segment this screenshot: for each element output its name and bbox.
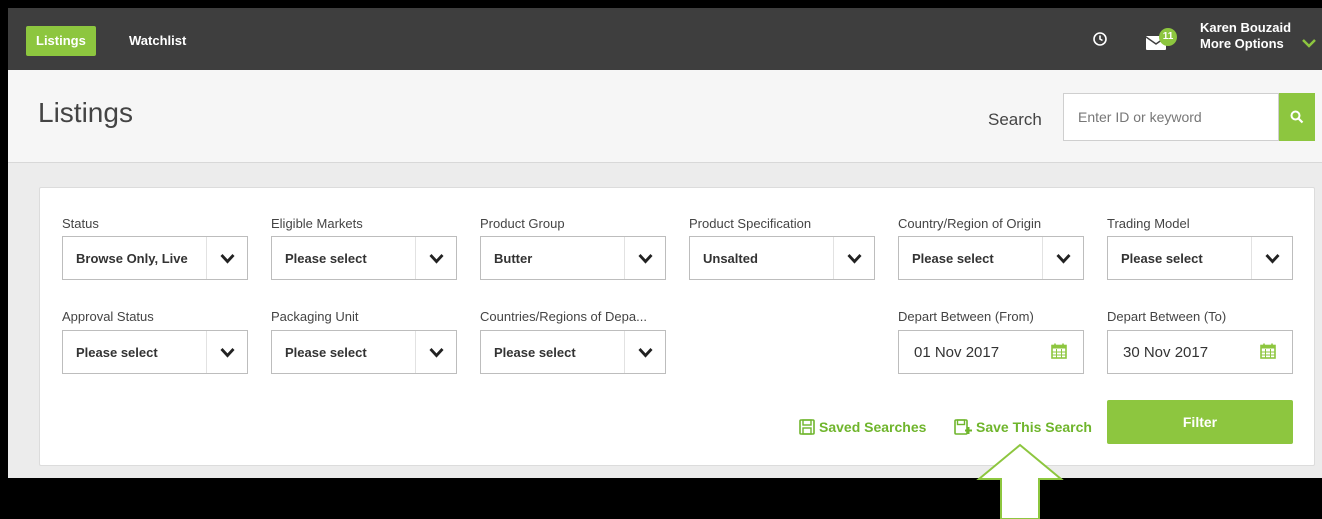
depart-from-input[interactable]: 01 Nov 2017	[898, 330, 1084, 374]
chevron-down-icon[interactable]	[1302, 38, 1316, 48]
trading-model-select[interactable]: Please select	[1107, 236, 1293, 280]
trading-model-value: Please select	[1121, 251, 1203, 266]
search-button[interactable]	[1279, 93, 1315, 141]
user-name: Karen Bouzaid	[1200, 20, 1292, 35]
depart-to-label: Depart Between (To)	[1107, 309, 1227, 324]
annotation-arrow-icon	[976, 443, 1064, 519]
chevron-down-icon	[220, 254, 235, 264]
eligible-markets-select[interactable]: Please select	[271, 236, 457, 280]
calendar-icon[interactable]	[1051, 343, 1067, 359]
countries-depart-label: Countries/Regions of Depa...	[480, 309, 647, 324]
chevron-down-icon	[1265, 254, 1280, 264]
save-this-search-label: Save This Search	[976, 419, 1092, 435]
search-icon	[1290, 110, 1304, 124]
search-input[interactable]	[1063, 93, 1279, 141]
depart-to-value: 30 Nov 2017	[1123, 344, 1209, 361]
status-value: Browse Only, Live	[76, 251, 188, 266]
filter-button[interactable]: Filter	[1107, 400, 1293, 444]
product-group-select[interactable]: Butter	[480, 236, 666, 280]
calendar-icon[interactable]	[1260, 343, 1276, 359]
countries-depart-select[interactable]: Please select	[480, 330, 666, 374]
saved-searches-link[interactable]: Saved Searches	[799, 419, 926, 435]
status-label: Status	[62, 216, 99, 231]
page-title: Listings	[38, 97, 133, 128]
country-origin-value: Please select	[912, 251, 994, 266]
messages-badge: 11	[1159, 28, 1177, 46]
product-spec-select[interactable]: Unsalted	[689, 236, 875, 280]
top-nav: Listings Watchlist 11 Karen Bouzaid More…	[8, 8, 1322, 70]
approval-status-select[interactable]: Please select	[62, 330, 248, 374]
chevron-down-icon	[429, 348, 444, 358]
chevron-down-icon	[220, 348, 235, 358]
approval-status-label: Approval Status	[62, 309, 154, 324]
packaging-unit-select[interactable]: Please select	[271, 330, 457, 374]
trading-model-label: Trading Model	[1107, 216, 1190, 231]
page-header: Listings Search	[8, 70, 1322, 163]
countries-depart-value: Please select	[494, 345, 576, 360]
eligible-markets-value: Please select	[285, 251, 367, 266]
user-menu[interactable]: Karen Bouzaid More Options	[1200, 20, 1291, 52]
product-spec-value: Unsalted	[703, 251, 758, 266]
eligible-markets-label: Eligible Markets	[271, 216, 363, 231]
chevron-down-icon	[1056, 254, 1071, 264]
app-frame: Listings Watchlist 11 Karen Bouzaid More…	[8, 8, 1322, 478]
saved-searches-label: Saved Searches	[819, 419, 927, 435]
chevron-down-icon	[847, 254, 862, 264]
country-origin-label: Country/Region of Origin	[898, 216, 1042, 231]
history-icon[interactable]	[1092, 31, 1108, 47]
packaging-unit-value: Please select	[285, 345, 367, 360]
country-origin-select[interactable]: Please select	[898, 236, 1084, 280]
chevron-down-icon	[429, 254, 444, 264]
chevron-down-icon	[638, 254, 653, 264]
product-group-value: Butter	[494, 251, 533, 266]
chevron-down-icon	[638, 348, 653, 358]
product-spec-label: Product Specification	[689, 216, 812, 231]
nav-tab-watchlist[interactable]: Watchlist	[129, 26, 186, 56]
depart-to-input[interactable]: 30 Nov 2017	[1107, 330, 1293, 374]
nav-tab-listings[interactable]: Listings	[26, 26, 96, 56]
product-group-label: Product Group	[480, 216, 565, 231]
depart-from-label: Depart Between (From)	[898, 309, 1034, 324]
search-label: Search	[988, 110, 1042, 129]
depart-from-value: 01 Nov 2017	[914, 344, 1000, 361]
packaging-unit-label: Packaging Unit	[271, 309, 359, 324]
save-add-icon	[954, 419, 972, 435]
status-select[interactable]: Browse Only, Live	[62, 236, 248, 280]
more-options: More Options	[1200, 36, 1284, 51]
floppy-disk-icon	[799, 419, 815, 435]
approval-status-value: Please select	[76, 345, 158, 360]
messages-button[interactable]: 11	[1146, 28, 1180, 54]
filter-panel: Status Browse Only, Live Eligible Market…	[39, 187, 1315, 466]
save-this-search-link[interactable]: Save This Search	[954, 419, 1092, 435]
